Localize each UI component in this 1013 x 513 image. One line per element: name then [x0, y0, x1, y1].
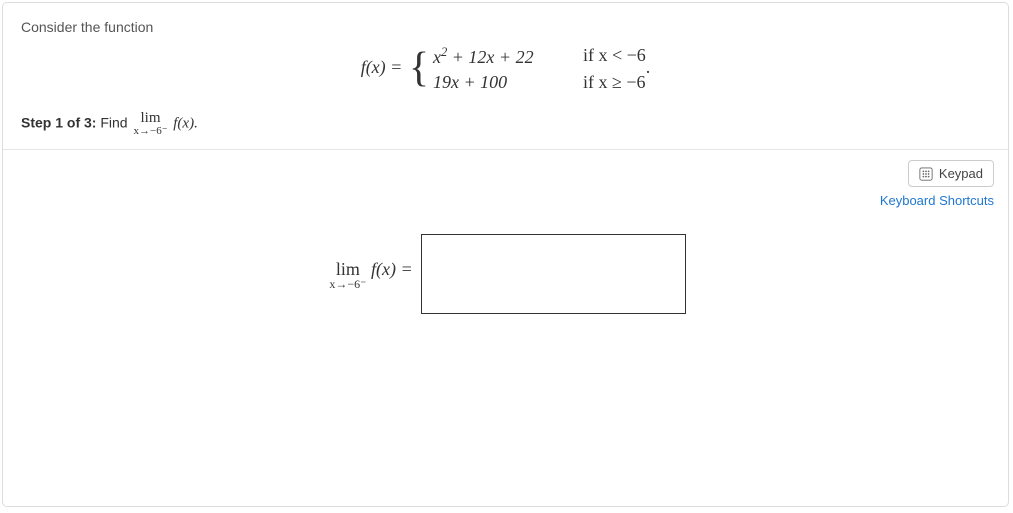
- step-label: Step 1 of 3:: [21, 115, 96, 131]
- function-definition: f(x) = { x2 + 12x + 22 if x < −6 19x + 1…: [21, 45, 990, 93]
- answer-row: lim x→−6⁻ f(x) =: [21, 234, 994, 314]
- answer-label: lim x→−6⁻ f(x) =: [329, 259, 412, 290]
- case-row-2: 19x + 100 if x ≥ −6: [433, 72, 646, 93]
- answer-limit-notation: lim x→−6⁻: [329, 260, 366, 290]
- case-1-expr: x2 + 12x + 22: [433, 45, 573, 68]
- cases: x2 + 12x + 22 if x < −6 19x + 100 if x ≥…: [433, 45, 646, 93]
- piecewise-brace: { x2 + 12x + 22 if x < −6 19x + 100 if x…: [407, 45, 646, 93]
- step-find-text: Find: [96, 115, 131, 131]
- function-lhs: f(x) =: [361, 57, 407, 77]
- case-2-expr: 19x + 100: [433, 72, 573, 93]
- step-after: f(x).: [170, 116, 198, 132]
- case-row-1: x2 + 12x + 22 if x < −6: [433, 45, 646, 68]
- keypad-icon: [919, 167, 933, 181]
- answer-input[interactable]: [421, 234, 686, 314]
- left-brace: {: [409, 52, 429, 86]
- trailing-period: .: [646, 57, 651, 77]
- keypad-label: Keypad: [939, 166, 983, 181]
- case-1-cond: if x < −6: [583, 45, 646, 68]
- question-section: Consider the function f(x) = { x2 + 12x …: [3, 3, 1008, 149]
- step-line: Step 1 of 3: Find limx→−6⁻ f(x).: [21, 111, 990, 137]
- question-card: Consider the function f(x) = { x2 + 12x …: [2, 2, 1009, 507]
- answer-section: Keypad Keyboard Shortcuts lim x→−6⁻ f(x)…: [3, 150, 1008, 470]
- limit-notation: limx→−6⁻: [133, 111, 167, 137]
- case-2-cond: if x ≥ −6: [583, 72, 646, 93]
- keyboard-shortcuts-link[interactable]: Keyboard Shortcuts: [880, 193, 994, 208]
- tools-area: Keypad Keyboard Shortcuts: [880, 160, 994, 208]
- prompt-text: Consider the function: [21, 19, 990, 35]
- answer-eq: f(x) =: [366, 259, 412, 279]
- keypad-button[interactable]: Keypad: [908, 160, 994, 187]
